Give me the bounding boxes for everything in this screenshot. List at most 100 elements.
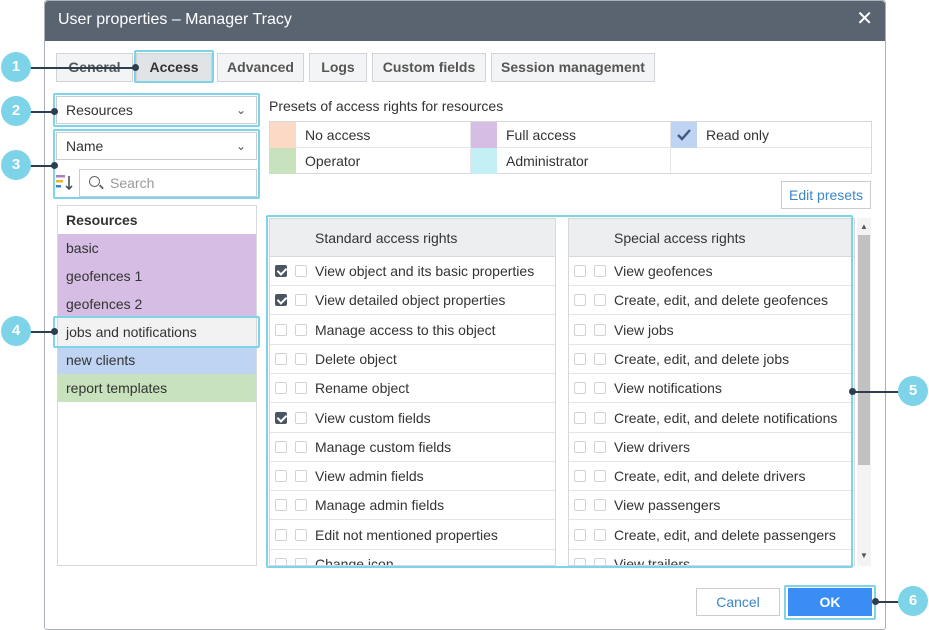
standard-right-row[interactable]: Delete object: [270, 345, 555, 374]
special-right-row[interactable]: Create, edit, and delete geofences: [569, 286, 854, 316]
standard-right-row[interactable]: Rename object: [270, 374, 555, 404]
tab-custom-fields[interactable]: Custom fields: [372, 53, 486, 82]
callout-dot: [51, 108, 58, 115]
resource-type-select[interactable]: Resources ⌄: [56, 96, 257, 124]
special-right-row[interactable]: View passengers: [569, 491, 854, 521]
checkbox[interactable]: [574, 440, 586, 453]
ok-button[interactable]: OK: [788, 588, 872, 616]
special-right-row[interactable]: Create, edit, and delete drivers: [569, 462, 854, 492]
list-item[interactable]: report templates: [58, 374, 256, 402]
checkbox[interactable]: [295, 294, 307, 307]
checkbox[interactable]: [275, 411, 287, 424]
standard-right-row[interactable]: Manage access to this object: [270, 316, 555, 345]
scroll-thumb[interactable]: [858, 235, 870, 465]
checkbox[interactable]: [574, 352, 586, 365]
callout-5: 5: [898, 376, 928, 406]
scroll-up-icon[interactable]: ▲: [860, 222, 868, 231]
special-right-row[interactable]: View drivers: [569, 433, 854, 462]
checkbox[interactable]: [574, 558, 586, 565]
standard-right-row[interactable]: View object and its basic properties: [270, 257, 555, 286]
special-right-row[interactable]: View jobs: [569, 316, 854, 345]
checkbox[interactable]: [295, 382, 307, 395]
list-item[interactable]: geofences 2: [58, 290, 256, 318]
standard-right-row[interactable]: View custom fields: [270, 404, 555, 433]
sort-order-icon[interactable]: [56, 174, 74, 192]
checkbox[interactable]: [574, 470, 586, 483]
tab-logs[interactable]: Logs: [309, 53, 367, 82]
checkbox[interactable]: [275, 382, 287, 395]
checkbox[interactable]: [295, 265, 307, 277]
checkbox[interactable]: [594, 470, 606, 483]
standard-right-row[interactable]: View admin fields: [270, 462, 555, 492]
dialog-title: User properties – Manager Tracy: [58, 11, 292, 28]
chevron-down-icon: ⌄: [235, 139, 246, 153]
tab-access[interactable]: Access: [136, 53, 212, 82]
special-right-row[interactable]: Create, edit, and delete jobs: [569, 345, 854, 374]
checkbox[interactable]: [275, 294, 287, 307]
checkbox[interactable]: [594, 352, 606, 365]
checkbox[interactable]: [574, 323, 586, 336]
checkbox[interactable]: [295, 323, 307, 336]
checkbox[interactable]: [594, 265, 606, 277]
list-item[interactable]: geofences 1: [58, 262, 256, 290]
special-right-row[interactable]: Create, edit, and delete notifications: [569, 404, 854, 433]
preset-operator[interactable]: Operator: [270, 148, 470, 174]
special-right-row[interactable]: Create, edit, and delete passengers: [569, 521, 854, 550]
checkbox[interactable]: [594, 411, 606, 424]
checkbox[interactable]: [295, 528, 307, 541]
scroll-down-icon[interactable]: ▼: [860, 551, 868, 560]
preset-no-access[interactable]: No access: [270, 122, 470, 148]
checkbox[interactable]: [295, 411, 307, 424]
checkbox[interactable]: [295, 558, 307, 565]
preset-full-access[interactable]: Full access: [471, 122, 670, 148]
checkbox[interactable]: [574, 265, 586, 277]
checkbox[interactable]: [574, 411, 586, 424]
checkbox[interactable]: [594, 323, 606, 336]
checkbox[interactable]: [574, 499, 586, 512]
standard-right-row[interactable]: Manage custom fields: [270, 433, 555, 462]
checkbox[interactable]: [275, 470, 287, 483]
checkbox[interactable]: [574, 528, 586, 541]
preset-read-only[interactable]: Read only: [671, 122, 871, 148]
special-right-row[interactable]: View trailers: [569, 550, 854, 565]
checkbox[interactable]: [594, 294, 606, 307]
checkbox[interactable]: [594, 440, 606, 453]
checkbox[interactable]: [275, 352, 287, 365]
special-right-row[interactable]: View geofences: [569, 257, 854, 286]
list-item[interactable]: jobs and notifications: [58, 318, 256, 346]
checkbox[interactable]: [574, 294, 586, 307]
sort-select[interactable]: Name ⌄: [56, 132, 257, 160]
tab-advanced[interactable]: Advanced: [217, 53, 304, 82]
checkbox[interactable]: [275, 499, 287, 512]
standard-right-row[interactable]: Edit not mentioned properties: [270, 521, 555, 550]
edit-presets-button[interactable]: Edit presets: [781, 181, 871, 209]
checkbox[interactable]: [275, 528, 287, 541]
tab-session-management[interactable]: Session management: [491, 53, 655, 82]
checkbox[interactable]: [594, 528, 606, 541]
special-right-row[interactable]: View notifications: [569, 374, 854, 404]
checkbox[interactable]: [275, 323, 287, 336]
standard-right-label: Manage access to this object: [315, 321, 496, 338]
checkbox[interactable]: [275, 558, 287, 565]
checkbox[interactable]: [594, 558, 606, 565]
checkbox[interactable]: [295, 440, 307, 453]
standard-right-row[interactable]: View detailed object properties: [270, 286, 555, 316]
close-icon[interactable]: ✕: [856, 9, 873, 29]
checkbox[interactable]: [574, 382, 586, 395]
search-icon: [89, 176, 100, 187]
checkbox[interactable]: [275, 265, 287, 277]
checkbox[interactable]: [275, 440, 287, 453]
list-item[interactable]: new clients: [58, 346, 256, 374]
cancel-button[interactable]: Cancel: [696, 588, 780, 616]
standard-right-row[interactable]: Manage admin fields: [270, 491, 555, 521]
checkbox[interactable]: [295, 470, 307, 483]
callout-4: 4: [1, 316, 31, 346]
checkbox[interactable]: [594, 382, 606, 395]
checkbox[interactable]: [594, 499, 606, 512]
preset-administrator[interactable]: Administrator: [471, 148, 670, 174]
list-item[interactable]: basic: [58, 234, 256, 262]
checkbox[interactable]: [295, 352, 307, 365]
standard-right-row[interactable]: Change icon: [270, 550, 555, 565]
search-input[interactable]: Search: [79, 169, 257, 197]
checkbox[interactable]: [295, 499, 307, 512]
